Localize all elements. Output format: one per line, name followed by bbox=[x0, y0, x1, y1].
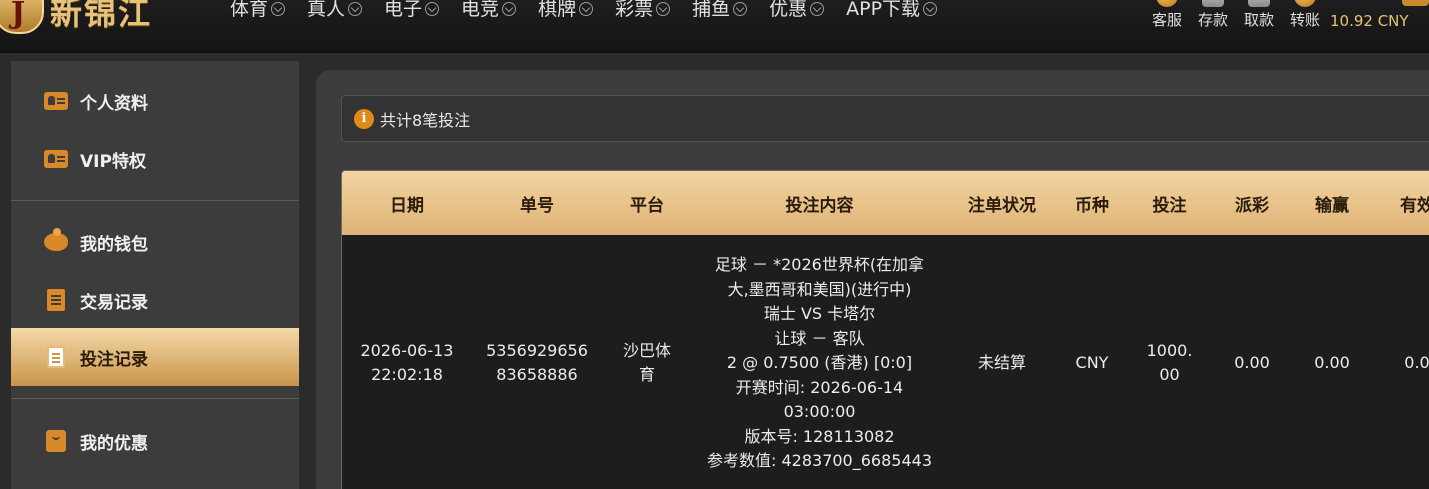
main-nav: 体育 真人 电子 电竞 棋牌 彩票 捕鱼 优惠 APP下载 bbox=[230, 0, 959, 21]
column-header-valid: 有效 bbox=[1400, 195, 1429, 216]
column-header-stake: 投注 bbox=[1152, 195, 1187, 216]
nav-item-esports[interactable]: 电竞 bbox=[461, 0, 517, 21]
sidebar-item-my-promotions[interactable]: 我的优惠 bbox=[11, 412, 299, 470]
chevron-down-icon bbox=[348, 1, 363, 16]
nav-item-slots[interactable]: 电子 bbox=[384, 0, 440, 21]
nav-item-sports[interactable]: 体育 bbox=[230, 0, 286, 21]
column-header-win-loss: 输赢 bbox=[1315, 195, 1349, 216]
deposit-button[interactable]: 存款 bbox=[1196, 0, 1230, 30]
transfer-button[interactable]: 转账 bbox=[1288, 0, 1322, 30]
bet-records-table: 日期 单号 平台 投注内容 注单状况 币种 投注 派彩 输赢 有效 2026-0… bbox=[341, 170, 1429, 489]
column-header-order-id: 单号 bbox=[520, 195, 554, 216]
chevron-down-icon bbox=[810, 1, 825, 16]
chevron-down-icon bbox=[656, 1, 671, 16]
balance-display: 10.92 CNY bbox=[1330, 12, 1409, 30]
table-header-row: 日期 单号 平台 投注内容 注单状况 币种 投注 派彩 输赢 有效 bbox=[342, 171, 1429, 235]
logo-emblem-icon bbox=[0, 0, 44, 34]
nav-item-live-casino[interactable]: 真人 bbox=[307, 0, 363, 21]
wallet-icon bbox=[1202, 0, 1224, 7]
sidebar-item-bet-records[interactable]: 投注记录 bbox=[11, 328, 299, 386]
chevron-down-icon bbox=[733, 1, 748, 16]
table-row: 2026-06-13 22:02:18 5356929656 83658886 … bbox=[342, 235, 1429, 474]
sidebar: 个人资料 VIP特权 我的钱包 交易记录 投注记录 我的优惠 bbox=[11, 61, 299, 489]
sidebar-divider bbox=[11, 200, 299, 201]
sidebar-item-wallet[interactable]: 我的钱包 bbox=[11, 213, 299, 271]
cell-payout: 0.00 bbox=[1234, 353, 1270, 372]
document-icon bbox=[47, 346, 65, 368]
cell-order-id: 5356929656 83658886 bbox=[486, 340, 588, 385]
cell-currency: CNY bbox=[1075, 353, 1109, 372]
column-header-date: 日期 bbox=[390, 195, 424, 216]
withdraw-button[interactable]: 取款 bbox=[1242, 0, 1276, 30]
cell-status: 未结算 bbox=[977, 353, 1026, 372]
headset-icon bbox=[1156, 0, 1178, 7]
chevron-down-icon bbox=[425, 1, 440, 16]
info-icon: i bbox=[354, 108, 374, 129]
nav-item-promotions[interactable]: 优惠 bbox=[769, 0, 825, 21]
chevron-down-icon bbox=[502, 1, 517, 16]
column-header-currency: 币种 bbox=[1075, 195, 1109, 216]
vip-card-icon bbox=[44, 150, 68, 168]
bet-count-text: 共计8笔投注 bbox=[380, 110, 471, 130]
bet-count-notice: i 共计8笔投注 bbox=[341, 95, 1429, 142]
profile-card-icon bbox=[44, 92, 68, 110]
column-header-bet-content: 投注内容 bbox=[785, 195, 854, 216]
piggy-bank-icon bbox=[44, 228, 68, 251]
balance-menu-tab[interactable] bbox=[1402, 0, 1429, 6]
nav-item-chess[interactable]: 棋牌 bbox=[538, 0, 594, 21]
customer-service-button[interactable]: 客服 bbox=[1150, 0, 1184, 30]
nav-item-app-download[interactable]: APP下载 bbox=[846, 0, 938, 21]
nav-item-fishing[interactable]: 捕鱼 bbox=[692, 0, 748, 21]
cell-stake: 1000. 00 bbox=[1146, 340, 1193, 385]
column-header-platform: 平台 bbox=[630, 195, 664, 216]
sidebar-item-profile[interactable]: 个人资料 bbox=[11, 72, 299, 130]
cell-win-loss: 0.00 bbox=[1314, 353, 1350, 372]
sidebar-item-vip[interactable]: VIP特权 bbox=[11, 130, 299, 188]
nav-item-lottery[interactable]: 彩票 bbox=[615, 0, 671, 21]
chevron-down-icon bbox=[271, 1, 286, 16]
transfer-icon bbox=[1294, 0, 1316, 7]
account-actions: 客服 存款 取款 转账 10.92 CNY bbox=[1150, 0, 1409, 30]
sidebar-item-transactions[interactable]: 交易记录 bbox=[11, 271, 299, 329]
list-icon bbox=[47, 289, 65, 311]
column-header-payout: 派彩 bbox=[1235, 195, 1269, 216]
sidebar-divider bbox=[11, 398, 299, 399]
cell-valid-bet: 0.0 bbox=[1404, 353, 1429, 372]
main-panel: i 共计8笔投注 日期 单号 平台 投注内容 注单状况 币种 投注 派彩 输赢 … bbox=[316, 70, 1429, 489]
logo-text: 新锦江 bbox=[50, 0, 153, 32]
card-icon bbox=[1248, 0, 1270, 7]
cell-bet-content: 足球 － *2026世界杯(在加拿 大,墨西哥和美国)(进行中) 瑞士 VS 卡… bbox=[707, 255, 932, 470]
chevron-down-icon bbox=[579, 1, 594, 16]
cell-date: 2026-06-13 22:02:18 bbox=[360, 340, 454, 385]
cell-platform: 沙巴体 育 bbox=[622, 340, 671, 385]
top-bar: 新锦江 体育 真人 电子 电竞 棋牌 彩票 捕鱼 优惠 APP下载 客服 存款 … bbox=[0, 0, 1429, 53]
brand-logo[interactable]: 新锦江 bbox=[0, 0, 152, 36]
column-header-status: 注单状况 bbox=[968, 195, 1036, 216]
gift-bag-icon bbox=[46, 430, 66, 452]
chevron-down-icon bbox=[923, 1, 938, 16]
